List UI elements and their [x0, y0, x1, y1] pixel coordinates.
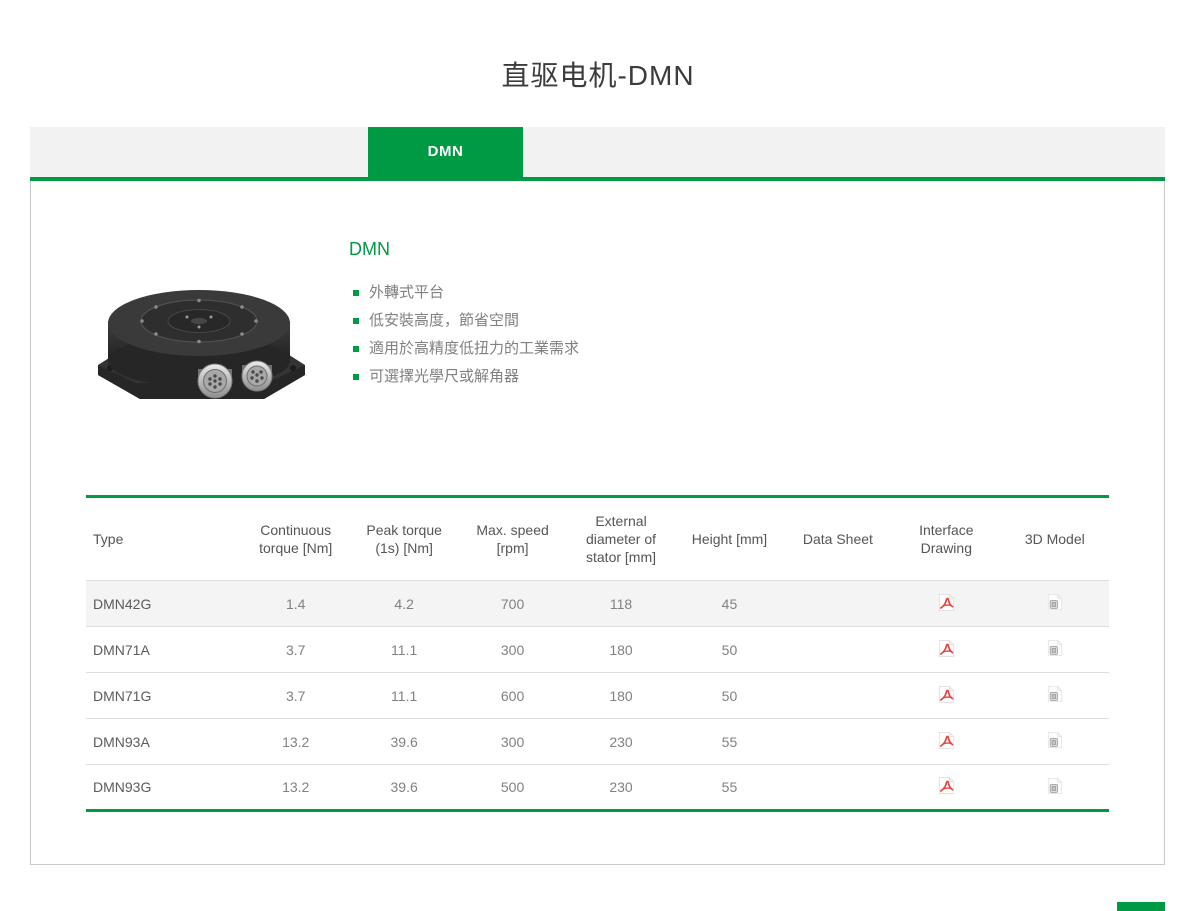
- page-title: 直驱电机-DMN: [0, 0, 1196, 94]
- data-sheet-cell: [784, 627, 892, 673]
- peak-torque-cell: 11.1: [350, 673, 458, 719]
- bullet-icon: [353, 346, 359, 352]
- spec-table: Type Continuous torque [Nm] Peak torque …: [86, 495, 1109, 812]
- height-cell: 55: [675, 765, 783, 811]
- spec-table-wrap: Type Continuous torque [Nm] Peak torque …: [86, 495, 1109, 812]
- header-interface-drawing: Interface Drawing: [892, 497, 1000, 581]
- stator-diameter-cell: 118: [567, 581, 675, 627]
- table-body: DMN42G1.44.270011845 DMN71A3.711.1300180…: [86, 581, 1109, 811]
- peak-torque-cell: 4.2: [350, 581, 458, 627]
- pdf-icon[interactable]: [938, 685, 955, 704]
- bullet-icon: [353, 374, 359, 380]
- main-container: DMN: [30, 127, 1165, 865]
- 3d-model-cell: [1001, 719, 1109, 765]
- product-type-cell: DMN93G: [86, 765, 241, 811]
- stator-diameter-cell: 230: [567, 765, 675, 811]
- 3d-file-icon[interactable]: [1047, 731, 1063, 749]
- feature-item: 適用於高精度低扭力的工業需求: [349, 338, 579, 366]
- tab-bar: DMN: [30, 127, 1165, 177]
- height-cell: 55: [675, 719, 783, 765]
- feature-list: 外轉式平台 低安裝高度，節省空間 適用於高精度低扭力的工業需求 可選擇光學尺或解…: [349, 282, 579, 394]
- header-peak-torque: Peak torque (1s) [Nm]: [350, 497, 458, 581]
- pdf-icon[interactable]: [938, 593, 955, 612]
- continuous-torque-cell: 3.7: [241, 627, 349, 673]
- 3d-file-icon[interactable]: [1047, 777, 1063, 795]
- continuous-torque-cell: 13.2: [241, 765, 349, 811]
- header-max-speed: Max. speed [rpm]: [458, 497, 566, 581]
- product-type-cell: DMN71G: [86, 673, 241, 719]
- feature-text: 外轉式平台: [369, 282, 444, 304]
- bullet-icon: [353, 318, 359, 324]
- continuous-torque-cell: 13.2: [241, 719, 349, 765]
- max-speed-cell: 600: [458, 673, 566, 719]
- 3d-model-cell: [1001, 627, 1109, 673]
- max-speed-cell: 500: [458, 765, 566, 811]
- feature-text: 適用於高精度低扭力的工業需求: [369, 338, 579, 360]
- height-cell: 50: [675, 673, 783, 719]
- 3d-file-icon[interactable]: [1047, 593, 1063, 611]
- continuous-torque-cell: 1.4: [241, 581, 349, 627]
- header-type: Type: [86, 497, 241, 581]
- feature-item: 低安裝高度，節省空間: [349, 310, 579, 338]
- header-continuous-torque: Continuous torque [Nm]: [241, 497, 349, 581]
- interface-drawing-cell: [892, 627, 1000, 673]
- tab-dmn[interactable]: DMN: [368, 127, 523, 177]
- stator-diameter-cell: 180: [567, 627, 675, 673]
- stator-diameter-cell: 180: [567, 673, 675, 719]
- 3d-file-icon[interactable]: [1047, 685, 1063, 703]
- stator-diameter-cell: 230: [567, 719, 675, 765]
- continuous-torque-cell: 3.7: [241, 673, 349, 719]
- feature-text: 低安裝高度，節省空間: [369, 310, 519, 332]
- table-row: DMN93G13.239.650023055: [86, 765, 1109, 811]
- 3d-model-cell: [1001, 765, 1109, 811]
- product-type-cell: DMN71A: [86, 627, 241, 673]
- peak-torque-cell: 11.1: [350, 627, 458, 673]
- product-type-cell: DMN42G: [86, 581, 241, 627]
- product-image: [94, 273, 309, 413]
- height-cell: 45: [675, 581, 783, 627]
- peak-torque-cell: 39.6: [350, 765, 458, 811]
- data-sheet-cell: [784, 581, 892, 627]
- interface-drawing-cell: [892, 765, 1000, 811]
- header-3d-model: 3D Model: [1001, 497, 1109, 581]
- feature-item: 外轉式平台: [349, 282, 579, 310]
- table-row: DMN42G1.44.270011845: [86, 581, 1109, 627]
- bullet-icon: [353, 290, 359, 296]
- header-stator-diameter: External diameter of stator [mm]: [567, 497, 675, 581]
- product-section: DMN 外轉式平台 低安裝高度，節省空間 適用於高精度低扭力的工業需求: [31, 181, 1164, 415]
- pdf-icon[interactable]: [938, 731, 955, 750]
- pdf-icon[interactable]: [938, 776, 955, 795]
- header-height: Height [mm]: [675, 497, 783, 581]
- data-sheet-cell: [784, 765, 892, 811]
- peak-torque-cell: 39.6: [350, 719, 458, 765]
- 3d-model-cell: [1001, 673, 1109, 719]
- max-speed-cell: 700: [458, 581, 566, 627]
- product-type-cell: DMN93A: [86, 719, 241, 765]
- pdf-icon[interactable]: [938, 639, 955, 658]
- product-info: DMN 外轉式平台 低安裝高度，節省空間 適用於高精度低扭力的工業需求: [349, 237, 579, 415]
- content-panel: DMN 外轉式平台 低安裝高度，節省空間 適用於高精度低扭力的工業需求: [30, 181, 1165, 865]
- interface-drawing-cell: [892, 673, 1000, 719]
- max-speed-cell: 300: [458, 719, 566, 765]
- feature-text: 可選擇光學尺或解角器: [369, 366, 519, 388]
- table-row: DMN71G3.711.160018050: [86, 673, 1109, 719]
- data-sheet-cell: [784, 719, 892, 765]
- 3d-file-icon[interactable]: [1047, 639, 1063, 657]
- 3d-model-cell: [1001, 581, 1109, 627]
- interface-drawing-cell: [892, 719, 1000, 765]
- product-name-heading: DMN: [349, 239, 579, 260]
- header-data-sheet: Data Sheet: [784, 497, 892, 581]
- height-cell: 50: [675, 627, 783, 673]
- table-row: DMN93A13.239.630023055: [86, 719, 1109, 765]
- interface-drawing-cell: [892, 581, 1000, 627]
- feature-item: 可選擇光學尺或解角器: [349, 366, 579, 394]
- max-speed-cell: 300: [458, 627, 566, 673]
- table-row: DMN71A3.711.130018050: [86, 627, 1109, 673]
- back-to-top-button[interactable]: [1117, 902, 1165, 911]
- data-sheet-cell: [784, 673, 892, 719]
- table-header-row: Type Continuous torque [Nm] Peak torque …: [86, 497, 1109, 581]
